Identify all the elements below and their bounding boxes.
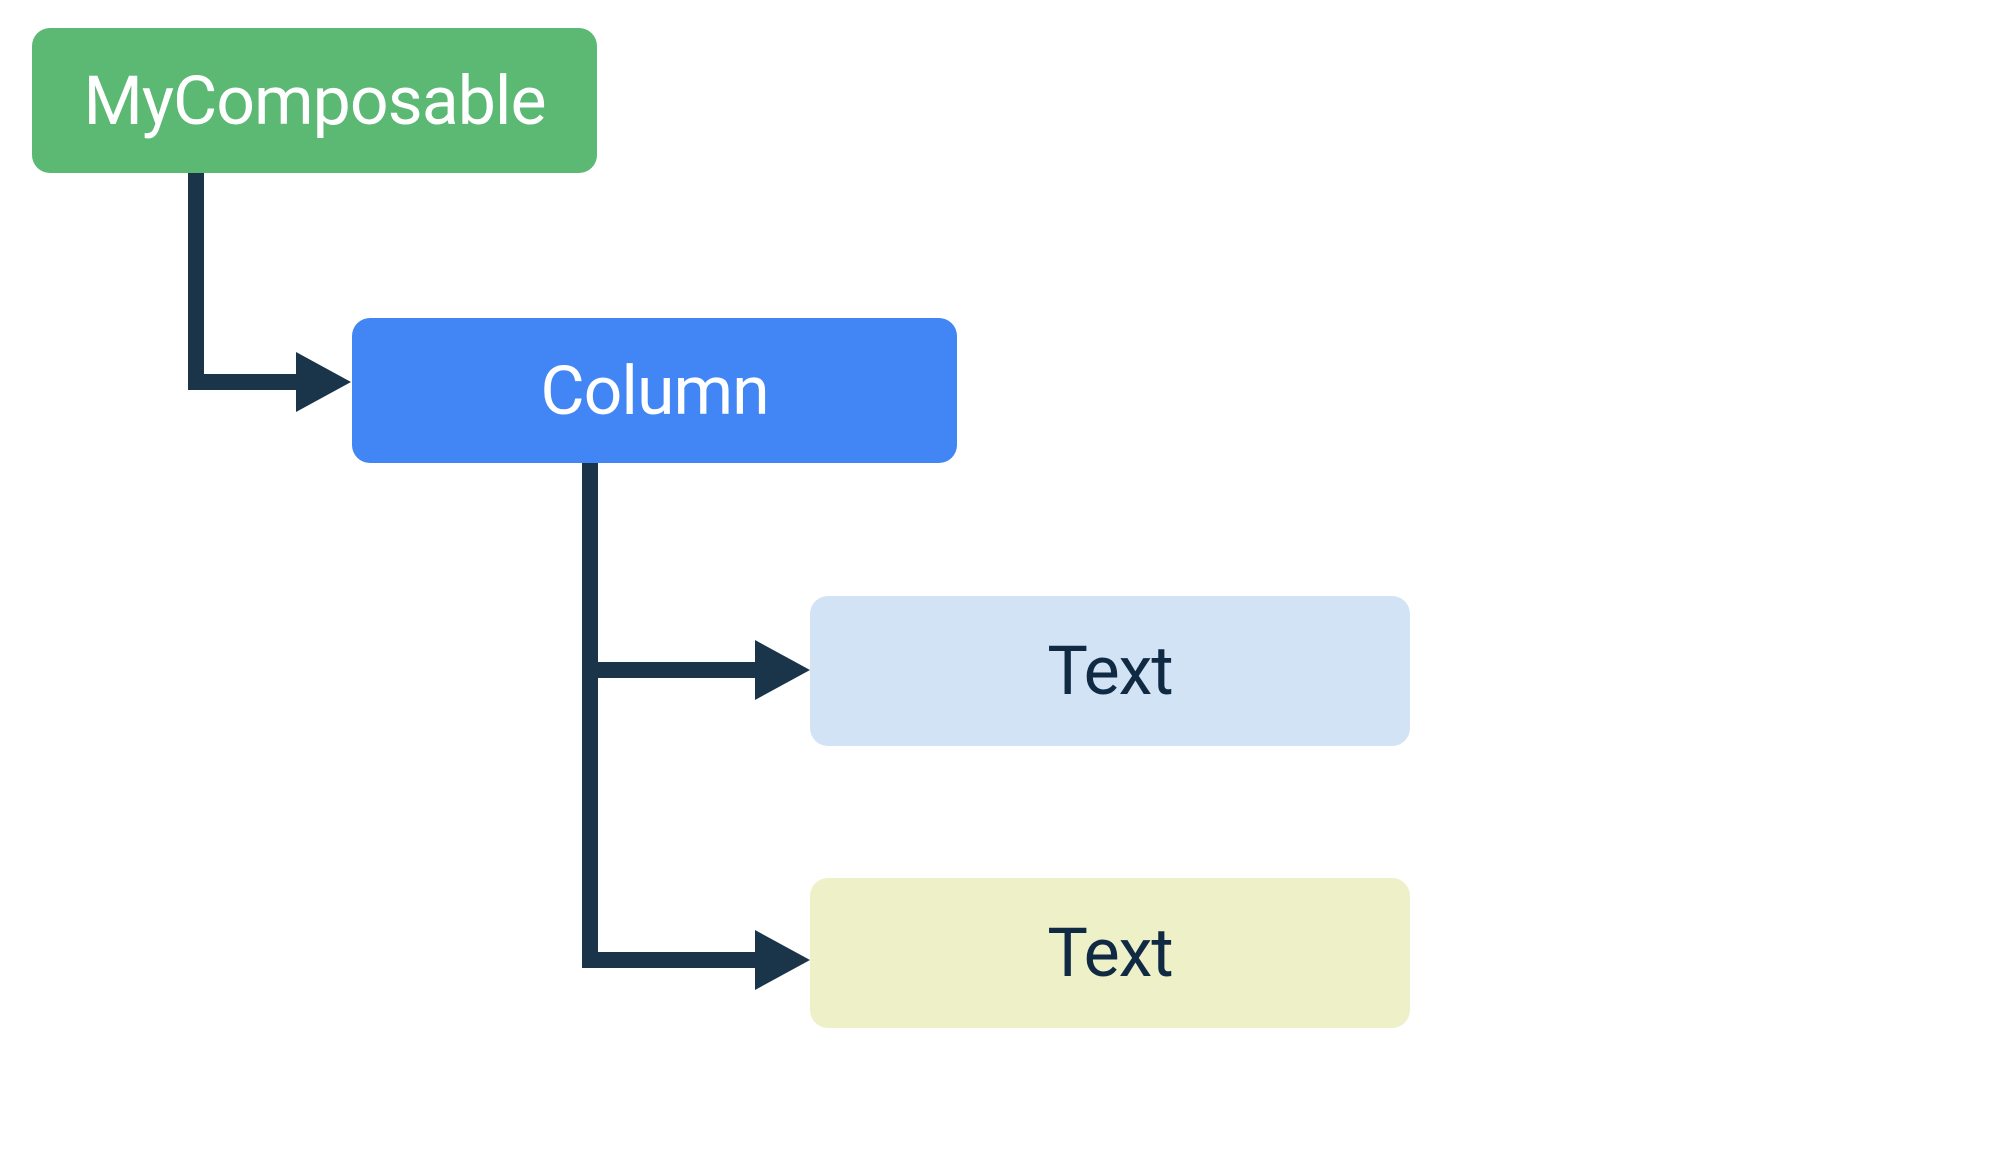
arrow-segment-vertical — [582, 463, 598, 678]
node-column-label: Column — [540, 351, 768, 431]
arrow-segment-horizontal — [188, 374, 298, 390]
node-mycomposable: MyComposable — [32, 28, 597, 173]
node-column: Column — [352, 318, 957, 463]
arrow-head-icon — [755, 640, 810, 700]
node-text-2-label: Text — [1047, 913, 1172, 993]
arrow-head-icon — [755, 930, 810, 990]
arrow-segment-horizontal — [582, 662, 757, 678]
node-text-1: Text — [810, 596, 1410, 746]
arrow-segment-vertical — [582, 678, 598, 968]
arrow-head-icon — [296, 352, 351, 412]
node-text-2: Text — [810, 878, 1410, 1028]
node-text-1-label: Text — [1047, 631, 1172, 711]
arrow-segment-vertical — [188, 173, 204, 390]
node-mycomposable-label: MyComposable — [83, 61, 545, 141]
arrow-segment-horizontal — [582, 952, 757, 968]
